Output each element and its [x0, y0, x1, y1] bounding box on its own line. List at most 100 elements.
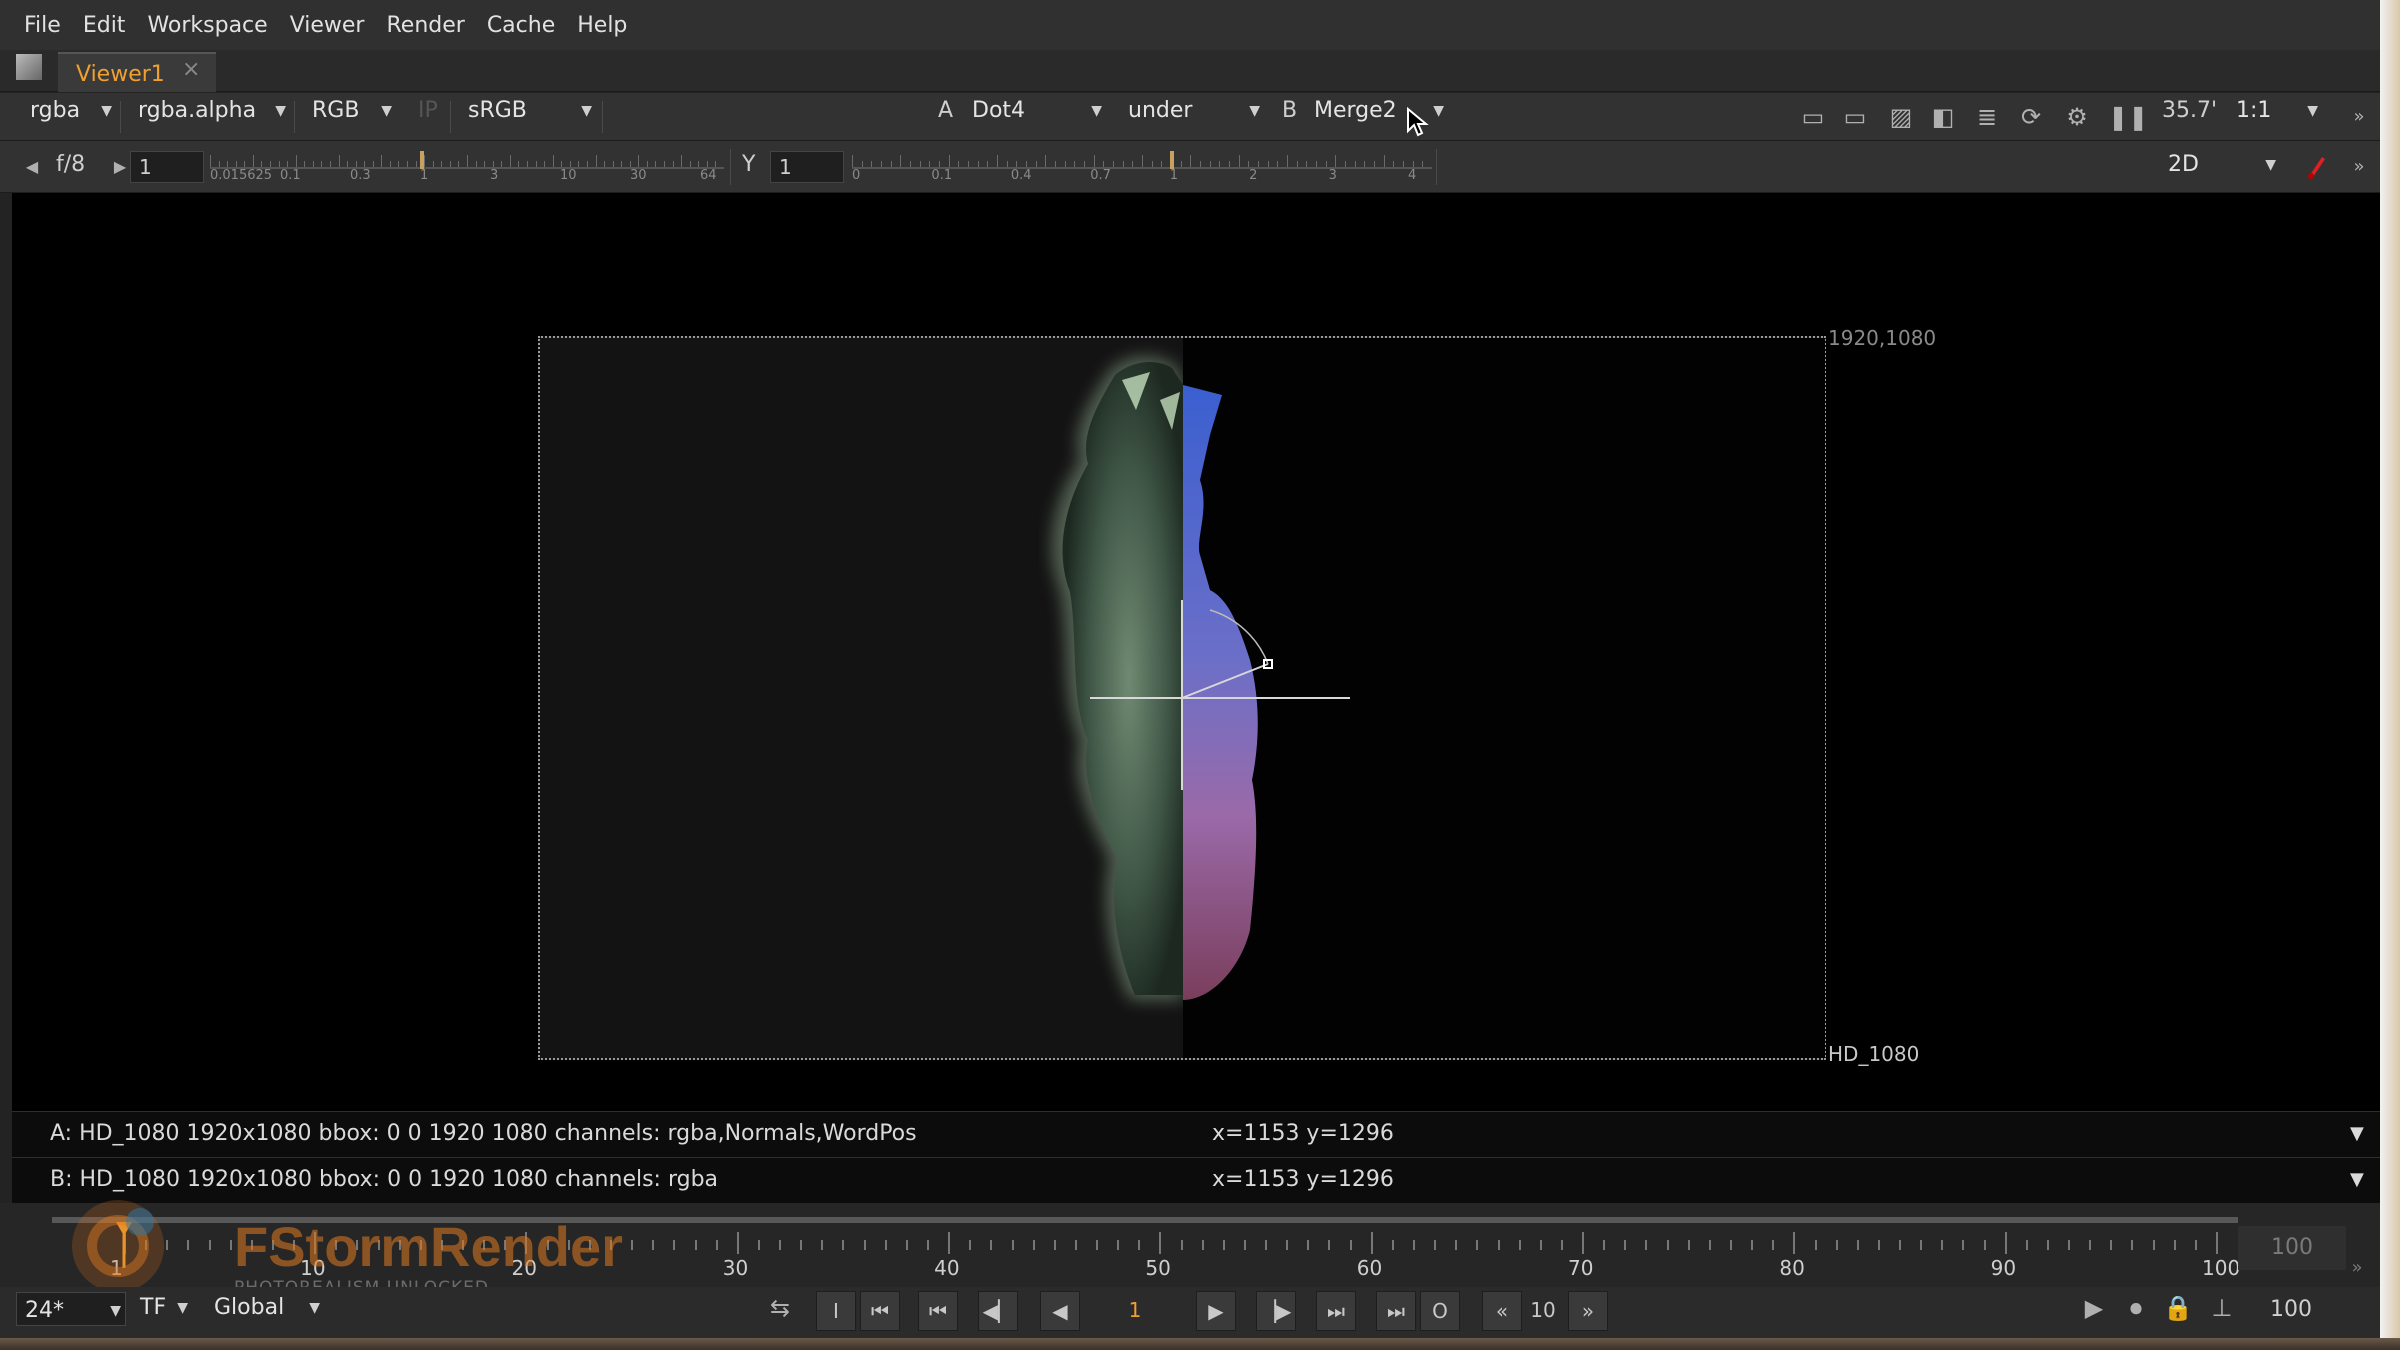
play-forward-button[interactable]: ▶	[1196, 1291, 1236, 1331]
next-frame-button[interactable]: ▕▶	[1256, 1291, 1296, 1331]
slider-tick	[1200, 161, 1201, 167]
timeline-tick	[1159, 1232, 1162, 1254]
info-b-expand-icon[interactable]: ▼	[2350, 1158, 2364, 1202]
prev-frame-button[interactable]: ◀▏	[978, 1291, 1018, 1331]
flipbook-icon[interactable]: ▶	[2076, 1292, 2112, 1324]
current-frame-field[interactable]: 1	[1098, 1291, 1172, 1331]
slider-thumb[interactable]	[420, 151, 424, 169]
first-frame-button[interactable]: ⏮	[860, 1291, 900, 1331]
timeline-end-frame[interactable]: 100	[2238, 1226, 2346, 1270]
range-scope-dropdown[interactable]: Global ▼	[214, 1290, 324, 1326]
proxy-icon[interactable]: ◧	[1928, 101, 1958, 133]
gpu-icon[interactable]: ⚙	[2062, 101, 2092, 133]
safe-area-icon[interactable]: ▭	[1840, 101, 1870, 133]
menu-viewer[interactable]: Viewer	[290, 13, 365, 38]
timeline-tick	[652, 1240, 655, 1250]
view-mode-dropdown[interactable]: 2D ▼	[2160, 147, 2280, 183]
gamma-input[interactable]: 1	[770, 151, 844, 183]
expand-toolbar-icon[interactable]: »	[2346, 101, 2372, 133]
slider-tick	[1055, 161, 1056, 167]
expand-toolbar-icon[interactable]: »	[2346, 151, 2372, 183]
transform-handle-overlay[interactable]	[1080, 600, 1360, 800]
ratio-dropdown[interactable]: 1:1 ▼	[2236, 93, 2322, 129]
input-process-toggle[interactable]: IP	[418, 93, 438, 129]
roi-icon[interactable]: ▭	[1798, 101, 1828, 133]
slider-tick-label: 0.7	[1090, 168, 1111, 183]
skip-forward-increment-button[interactable]: »	[1568, 1291, 1608, 1331]
gain-slider[interactable]: 0.015625 0.1 0.3 1 3 10 30 64	[210, 147, 724, 183]
tab-close-icon[interactable]: ×	[182, 57, 200, 82]
skip-back-increment-button[interactable]: «	[1482, 1291, 1522, 1331]
layer-dropdown[interactable]: rgba ▼	[18, 93, 116, 129]
frame-increment-field[interactable]: 10	[1524, 1291, 1562, 1331]
timeline-tick	[800, 1240, 803, 1250]
menu-cache[interactable]: Cache	[487, 13, 555, 38]
slider-tick	[1074, 161, 1076, 167]
menu-workspace[interactable]: Workspace	[147, 13, 267, 38]
chevron-down-icon: ▼	[381, 103, 392, 119]
fstop-decrease-icon[interactable]: ◀	[22, 151, 42, 183]
slider-tick	[1132, 161, 1134, 167]
timeline-tick	[1877, 1240, 1880, 1250]
divider	[730, 149, 731, 185]
timecode-dropdown[interactable]: TF ▼	[140, 1290, 192, 1326]
out-point-button[interactable]: O	[1420, 1291, 1460, 1331]
menu-edit[interactable]: Edit	[83, 13, 126, 38]
chevron-down-icon: ▼	[1249, 103, 1260, 119]
timeline-tick	[694, 1240, 697, 1250]
fstop-increase-icon[interactable]: ▶	[110, 151, 130, 183]
slider-tick	[1393, 161, 1395, 167]
timeline-tick	[2152, 1240, 2155, 1250]
play-backward-icon: ◀	[1052, 1299, 1068, 1323]
menu-help[interactable]: Help	[577, 13, 627, 38]
wipe-mode-dropdown[interactable]: under ▼	[1120, 93, 1264, 129]
slider-tick	[1161, 161, 1163, 167]
channel-dropdown[interactable]: rgba.alpha ▼	[128, 93, 290, 129]
display-channels-dropdown[interactable]: RGB ▼	[300, 93, 396, 129]
last-frame-button[interactable]: ⏭	[1376, 1291, 1416, 1331]
lut-dropdown[interactable]: sRGB ▼	[458, 93, 596, 129]
render-icon[interactable]: ⏺	[2118, 1292, 2154, 1324]
slider-tick	[655, 161, 657, 167]
slider-thumb[interactable]	[1169, 151, 1174, 169]
pane-grip-icon[interactable]	[16, 54, 42, 80]
lock-icon[interactable]: 🔒	[2160, 1292, 2196, 1324]
timeline-tick	[1751, 1240, 1754, 1250]
timeline-label: 100	[2202, 1256, 2241, 1280]
slider-tick-label: 64	[700, 168, 717, 183]
paint-brush-icon[interactable]	[2306, 153, 2328, 179]
expand-timeline-icon[interactable]: »	[2344, 1252, 2370, 1284]
fstop-value[interactable]: f/8	[56, 147, 85, 183]
prev-keyframe-button[interactable]: ⏮	[918, 1291, 958, 1331]
clipping-warning-icon[interactable]: ≣	[1972, 101, 2002, 133]
input-a-dropdown[interactable]: Dot4 ▼	[962, 93, 1106, 129]
next-keyframe-button[interactable]: ⏭	[1316, 1291, 1356, 1331]
slider-tick	[681, 155, 683, 167]
info-a-expand-icon[interactable]: ▼	[2350, 1112, 2364, 1156]
slider-tick	[347, 161, 349, 167]
menu-render[interactable]: Render	[386, 13, 464, 38]
zebra-stripes-icon[interactable]: ▨	[1886, 101, 1916, 133]
timeline-tick	[1983, 1240, 1986, 1250]
slider-tick-label: 2	[1249, 168, 1258, 183]
pause-icon[interactable]: ❚❚	[2108, 101, 2148, 133]
slider-tick	[329, 161, 331, 167]
zoom-value[interactable]: 35.7'	[2162, 93, 2217, 129]
menu-file[interactable]: File	[24, 13, 61, 38]
timeline-tick	[2004, 1232, 2007, 1254]
fps-dropdown[interactable]: 24* ▼	[16, 1292, 126, 1326]
menu-bar: File Edit Workspace Viewer Render Cache …	[0, 0, 2380, 50]
in-point-button[interactable]: I	[816, 1291, 856, 1331]
timeline-label: 60	[1356, 1256, 1383, 1280]
gain-input[interactable]: 1	[130, 151, 204, 183]
play-backward-button[interactable]: ◀	[1040, 1291, 1080, 1331]
gamma-slider[interactable]: 0 0.1 0.4 0.7 1 2 3 4	[852, 147, 1432, 183]
slider-tick	[1180, 161, 1182, 167]
playback-mode-icon[interactable]: ⇆	[760, 1292, 800, 1324]
slider-tick	[977, 161, 979, 167]
slider-tick	[715, 161, 717, 167]
slider-tick	[407, 161, 409, 167]
last-frame-value[interactable]: 100	[2270, 1292, 2312, 1328]
refresh-icon[interactable]: ⟳	[2016, 101, 2046, 133]
range-icon[interactable]: ⊥	[2204, 1292, 2240, 1324]
